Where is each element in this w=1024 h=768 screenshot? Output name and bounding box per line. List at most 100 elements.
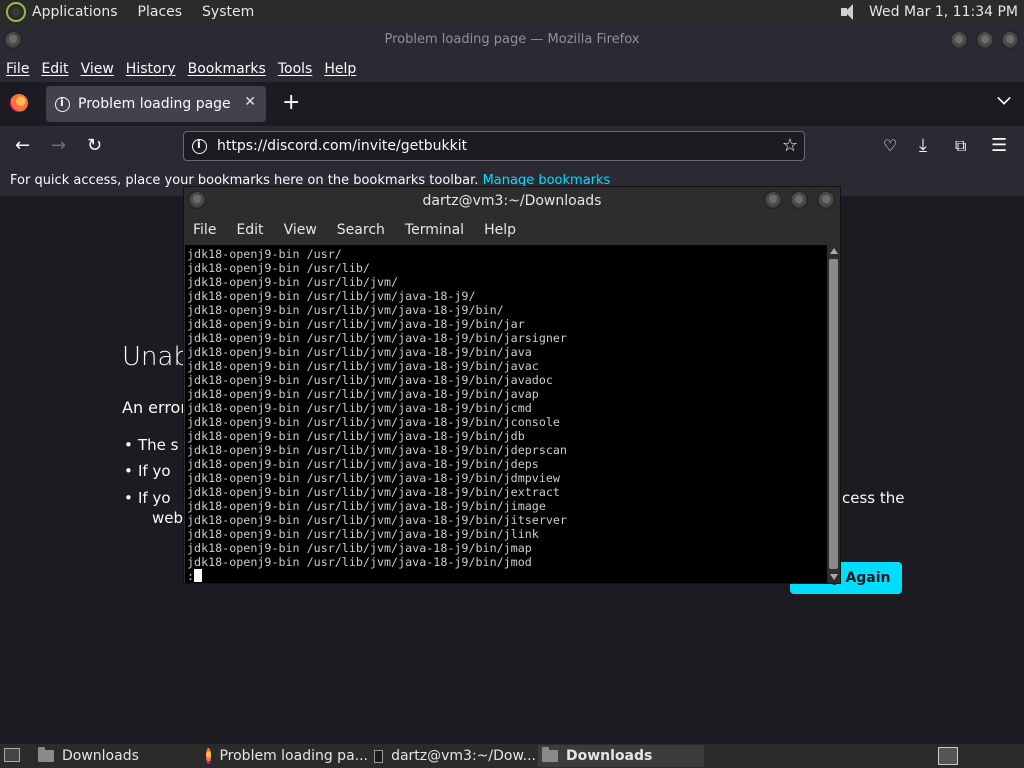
distro-logo-icon[interactable] — [6, 2, 26, 22]
terminal-line: jdk18-openj9-bin /usr/ — [187, 247, 342, 261]
error-bullet-3-tail: cess the — [842, 489, 905, 507]
terminal-minimize-button[interactable] — [764, 191, 782, 209]
back-arrow-icon[interactable]: ← — [15, 136, 30, 156]
folder-icon — [38, 747, 54, 762]
extensions-icon[interactable]: ⧉ — [955, 136, 966, 156]
terminal-icon — [374, 749, 384, 763]
error-bullet-1: The s — [124, 436, 179, 454]
taskbar-label: dartz@vm3:~/Dow... — [391, 748, 536, 764]
terminal-line: jdk18-openj9-bin /usr/lib/jvm/java-18-j9… — [187, 499, 546, 513]
terminal-menu-help[interactable]: Help — [484, 222, 516, 238]
terminal-scrollbar[interactable] — [827, 245, 840, 583]
terminal-line: jdk18-openj9-bin /usr/lib/jvm/java-18-j9… — [187, 429, 525, 443]
tab-problem-loading[interactable]: Problem loading page ✕ — [46, 86, 266, 122]
terminal-output: jdk18-openj9-bin /usr/jdk18-openj9-bin /… — [187, 247, 827, 569]
terminal-line: jdk18-openj9-bin /usr/lib/jvm/java-18-j9… — [187, 541, 532, 555]
downloads-icon[interactable]: ⤓ — [919, 136, 927, 156]
firefox-menubar: File Edit View History Bookmarks Tools H… — [0, 56, 1024, 82]
taskbar-item-terminal[interactable]: dartz@vm3:~/Dow... — [370, 745, 536, 767]
terminal-menu-view[interactable]: View — [284, 222, 317, 238]
bookmark-star-icon[interactable]: ☆ — [782, 135, 798, 156]
terminal-screen[interactable]: jdk18-openj9-bin /usr/jdk18-openj9-bin /… — [185, 245, 827, 583]
terminal-close-button[interactable] — [817, 191, 835, 209]
forward-arrow-icon[interactable]: → — [51, 136, 66, 156]
tab-title: Problem loading page — [78, 96, 231, 112]
terminal-menu-search[interactable]: Search — [337, 222, 385, 238]
pocket-icon[interactable]: ♡ — [883, 136, 897, 156]
terminal-prompt: : — [187, 569, 195, 583]
terminal-line: jdk18-openj9-bin /usr/lib/jvm/java-18-j9… — [187, 401, 532, 415]
menu-edit[interactable]: Edit — [41, 61, 68, 77]
list-tabs-chevron-icon[interactable] — [997, 91, 1011, 105]
terminal-line: jdk18-openj9-bin /usr/lib/jvm/java-18-j9… — [187, 331, 567, 345]
terminal-line: jdk18-openj9-bin /usr/lib/jvm/java-18-j9… — [187, 373, 553, 387]
terminal-menu-terminal[interactable]: Terminal — [405, 222, 464, 238]
terminal-line: jdk18-openj9-bin /usr/lib/jvm/java-18-j9… — [187, 345, 532, 359]
terminal-line: jdk18-openj9-bin /usr/lib/jvm/java-18-j9… — [187, 527, 539, 541]
error-bullet-2: If yo — [124, 462, 170, 480]
scrollbar-thumb[interactable] — [829, 259, 838, 569]
terminal-line: jdk18-openj9-bin /usr/lib/jvm/java-18-j9… — [187, 387, 539, 401]
applications-menu[interactable]: Applications — [32, 4, 118, 20]
terminal-titlebar[interactable]: dartz@vm3:~/Downloads — [184, 187, 840, 215]
panel-clock[interactable]: Wed Mar 1, 11:34 PM — [869, 4, 1018, 20]
terminal-maximize-button[interactable] — [790, 191, 808, 209]
top-panel: Applications Places System Wed Mar 1, 11… — [0, 0, 1024, 24]
new-tab-button[interactable]: + — [282, 90, 300, 115]
terminal-cursor — [194, 569, 203, 582]
terminal-line: jdk18-openj9-bin /usr/lib/jvm/ — [187, 275, 399, 289]
firefox-titlebar: Problem loading page — Mozilla Firefox — [0, 24, 1024, 56]
terminal-window-menu-icon[interactable] — [188, 191, 206, 209]
terminal-line: jdk18-openj9-bin /usr/lib/jvm/java-18-j9… — [187, 317, 525, 331]
show-desktop-icon[interactable] — [4, 748, 20, 762]
maximize-button[interactable] — [976, 31, 994, 49]
hamburger-menu-icon[interactable]: ☰ — [991, 136, 1007, 156]
reload-icon[interactable]: ↻ — [87, 136, 102, 156]
menu-view[interactable]: View — [81, 61, 114, 77]
terminal-line: jdk18-openj9-bin /usr/lib/jvm/java-18-j9… — [187, 555, 532, 569]
folder-icon — [542, 747, 558, 762]
bottom-panel: Downloads Problem loading pa... dartz@vm… — [0, 744, 1024, 768]
terminal-line: jdk18-openj9-bin /usr/lib/jvm/java-18-j9… — [187, 443, 567, 457]
taskbar-item-firefox[interactable]: Problem loading pa... — [202, 745, 368, 767]
error-description: An error — [122, 398, 187, 417]
firefox-window-title: Problem loading page — Mozilla Firefox — [384, 32, 640, 47]
terminal-menu-edit[interactable]: Edit — [236, 222, 263, 238]
terminal-line: jdk18-openj9-bin /usr/lib/jvm/java-18-j9… — [187, 471, 560, 485]
taskbar-label: Problem loading pa... — [219, 748, 368, 764]
taskbar-item-downloads-2[interactable]: Downloads — [538, 745, 704, 767]
terminal-line: jdk18-openj9-bin /usr/lib/jvm/java-18-j9… — [187, 415, 560, 429]
system-menu[interactable]: System — [202, 4, 254, 20]
menu-file[interactable]: File — [6, 61, 29, 77]
terminal-line: jdk18-openj9-bin /usr/lib/jvm/java-18-j9… — [187, 289, 476, 303]
taskbar-label: Downloads — [566, 748, 653, 764]
panel-tray: Wed Mar 1, 11:34 PM — [839, 0, 1018, 24]
firefox-view-icon[interactable] — [10, 94, 28, 112]
menu-history[interactable]: History — [126, 61, 176, 77]
window-menu-icon[interactable] — [4, 31, 22, 49]
close-button[interactable] — [1001, 31, 1019, 49]
terminal-window[interactable]: dartz@vm3:~/Downloads File Edit View Sea… — [183, 186, 841, 584]
scroll-up-arrow-icon[interactable] — [830, 248, 838, 254]
tab-close-icon[interactable]: ✕ — [244, 94, 256, 110]
info-icon — [55, 96, 70, 112]
terminal-title: dartz@vm3:~/Downloads — [422, 193, 602, 209]
places-menu[interactable]: Places — [138, 4, 183, 20]
menu-bookmarks[interactable]: Bookmarks — [188, 61, 266, 77]
error-title: Unab — [122, 342, 190, 372]
terminal-line: jdk18-openj9-bin /usr/lib/jvm/java-18-j9… — [187, 485, 560, 499]
error-bullet-3: If yo — [124, 489, 170, 507]
url-text[interactable]: https://discord.com/invite/getbukkit — [217, 138, 467, 154]
scroll-down-arrow-icon[interactable] — [830, 574, 838, 580]
minimize-button[interactable] — [950, 31, 968, 49]
workspace-switcher-icon[interactable] — [938, 747, 958, 765]
site-info-icon[interactable] — [192, 138, 207, 154]
tab-bar: Problem loading page ✕ + — [0, 82, 1024, 126]
url-bar[interactable]: https://discord.com/invite/getbukkit ☆ — [183, 131, 805, 161]
taskbar-item-downloads[interactable]: Downloads — [34, 745, 200, 767]
menu-tools[interactable]: Tools — [278, 61, 313, 77]
terminal-menu-file[interactable]: File — [193, 222, 216, 238]
volume-icon[interactable] — [839, 3, 859, 21]
menu-help[interactable]: Help — [324, 61, 356, 77]
terminal-menubar: File Edit View Search Terminal Help — [184, 215, 840, 245]
